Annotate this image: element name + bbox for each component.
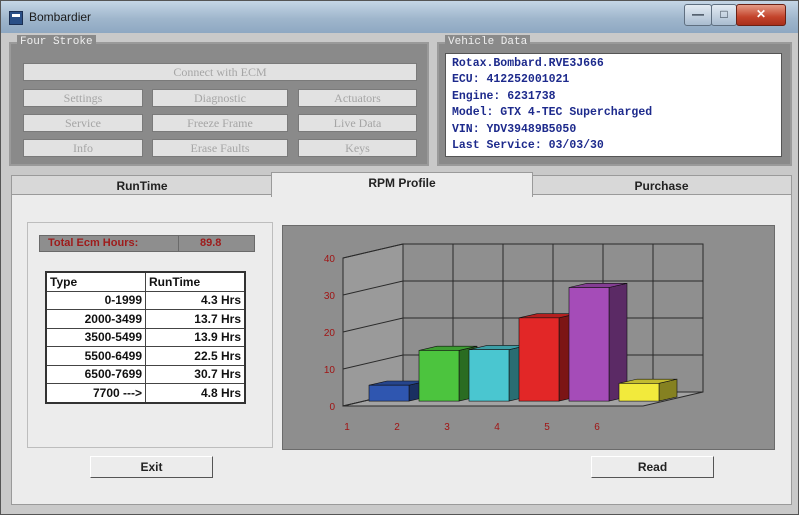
settings-button[interactable]: Settings [23, 89, 143, 107]
y-tick-label: 0 [329, 402, 335, 413]
bar-6 [618, 383, 660, 402]
runtime-cell: 13.9 Hrs [145, 327, 246, 347]
bar-5 [568, 287, 610, 402]
bar-4 [518, 317, 560, 402]
diagnostic-button[interactable]: Diagnostic [152, 89, 288, 107]
y-tick-label: 30 [324, 291, 336, 302]
tab-rpm-profile[interactable]: RPM Profile [271, 172, 533, 197]
bar-1 [368, 384, 410, 402]
total-ecm-hours-value: 89.8 [200, 237, 222, 249]
table-row: 3500-5499 13.9 Hrs [45, 327, 246, 347]
vin-line: VIN: YDV39489B5050 [452, 122, 577, 136]
rpm-range-cell: 7700 ---> [45, 383, 146, 403]
y-tick-label: 40 [324, 254, 336, 265]
runtime-cell: 4.8 Hrs [145, 383, 246, 403]
vehicle-data-group: Vehicle Data Rotax.Bombard.RVE3J666 ECU:… [437, 35, 792, 166]
read-button[interactable]: Read [591, 456, 714, 478]
x-tick-label: 4 [494, 422, 500, 433]
erase-faults-button[interactable]: Erase Faults [152, 139, 288, 157]
bar-3 [468, 349, 510, 402]
vehicle-data-label: Vehicle Data [445, 35, 531, 49]
x-tick-label: 5 [544, 422, 550, 433]
runtime-cell: 4.3 Hrs [145, 290, 246, 310]
info-button[interactable]: Info [23, 139, 143, 157]
x-tick-label: 2 [394, 422, 400, 433]
table-row: 5500-6499 22.5 Hrs [45, 346, 246, 366]
col-header-type: Type [45, 271, 146, 292]
table-header-row: Type RunTime [45, 271, 246, 292]
title-bar[interactable]: Bombardier — □ ✕ [1, 1, 798, 33]
rpm-profile-chart-frame: 0 10 20 30 40 1 2 3 4 5 6 [282, 225, 775, 450]
minimize-button[interactable]: — [684, 4, 712, 26]
table-row: 6500-7699 30.7 Hrs [45, 364, 246, 384]
keys-button[interactable]: Keys [298, 139, 417, 157]
x-tick-label: 3 [444, 422, 450, 433]
freeze-frame-button[interactable]: Freeze Frame [152, 114, 288, 132]
runtime-cell: 30.7 Hrs [145, 364, 246, 384]
table-row: 2000-3499 13.7 Hrs [45, 309, 246, 329]
runtime-cell: 13.7 Hrs [145, 309, 246, 329]
y-tick-label: 10 [324, 365, 336, 376]
total-ecm-hours-box: Total Ecm Hours: 89.8 [39, 235, 255, 252]
connect-ecm-button[interactable]: Connect with ECM [23, 63, 417, 81]
service-button[interactable]: Service [23, 114, 143, 132]
maximize-button[interactable]: □ [711, 4, 737, 26]
rpm-profile-chart: 0 10 20 30 40 1 2 3 4 5 6 [324, 243, 704, 433]
four-stroke-label: Four Stroke [17, 35, 96, 49]
total-ecm-hours-label: Total Ecm Hours: [48, 237, 139, 249]
engine-line: Engine: 6231738 [452, 89, 556, 103]
rpm-range-cell: 5500-6499 [45, 346, 146, 366]
rpm-range-cell: 2000-3499 [45, 309, 146, 329]
col-header-runtime: RunTime [145, 271, 246, 292]
x-tick-label: 6 [594, 422, 600, 433]
vehicle-data-panel: Rotax.Bombard.RVE3J666 ECU: 412252001021… [445, 53, 782, 157]
actuators-button[interactable]: Actuators [298, 89, 417, 107]
table-row: 7700 ---> 4.8 Hrs [45, 383, 246, 403]
bar-2 [418, 350, 460, 402]
runtime-table: Type RunTime 0-1999 4.3 Hrs 2000-3499 13.7… [45, 271, 246, 404]
rpm-range-cell: 6500-7699 [45, 364, 146, 384]
live-data-button[interactable]: Live Data [298, 114, 417, 132]
runtime-cell: 22.5 Hrs [145, 346, 246, 366]
ecu-line: ECU: 412252001021 [452, 73, 570, 87]
window-title: Bombardier [29, 10, 92, 24]
rpm-range-cell: 0-1999 [45, 290, 146, 310]
vehicle-id-line: Rotax.Bombard.RVE3J666 [452, 57, 604, 70]
y-tick-label: 20 [324, 328, 336, 339]
table-row: 0-1999 4.3 Hrs [45, 290, 246, 310]
app-icon [9, 11, 23, 25]
x-tick-label: 1 [344, 422, 350, 433]
app-window: Bombardier — □ ✕ Four Stroke Connect wit… [0, 0, 799, 515]
four-stroke-group: Four Stroke Connect with ECM Settings Di… [9, 35, 429, 166]
model-line: Model: GTX 4-TEC Supercharged [452, 106, 653, 120]
close-button[interactable]: ✕ [736, 4, 786, 26]
rpm-range-cell: 3500-5499 [45, 327, 146, 347]
exit-button[interactable]: Exit [90, 456, 213, 478]
last-service-line: Last Service: 03/03/30 [452, 139, 604, 153]
